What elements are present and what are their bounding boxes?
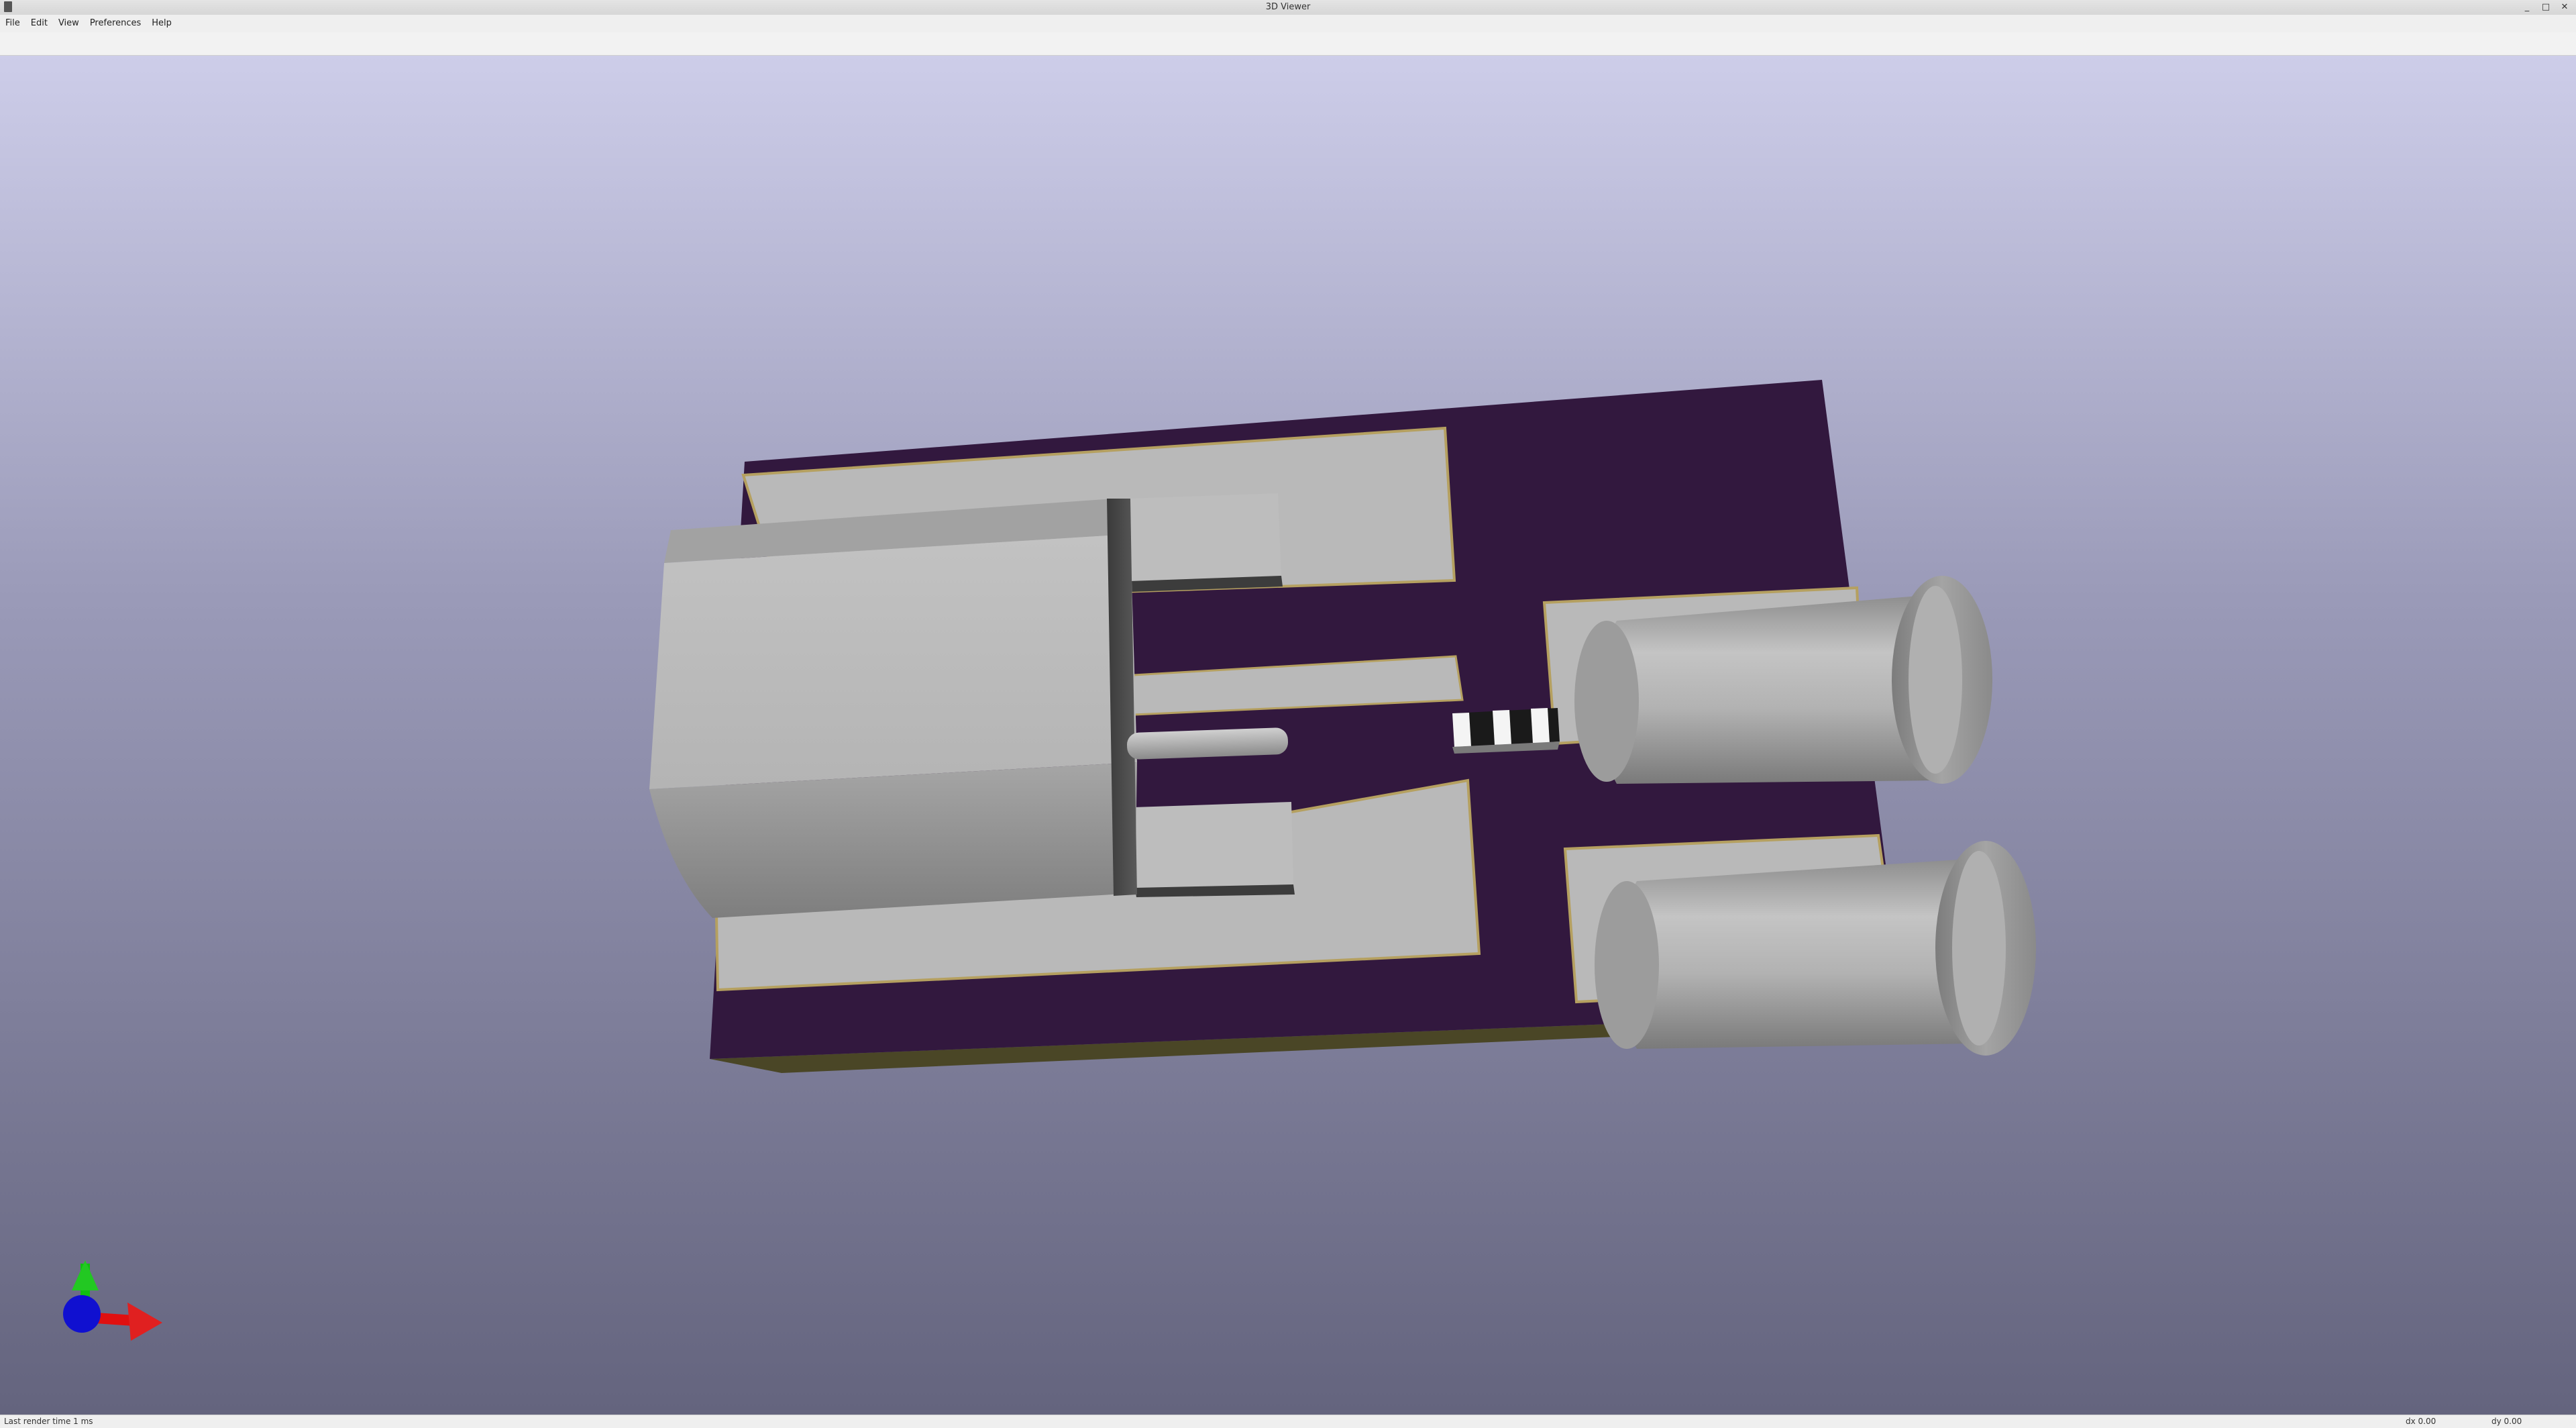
menu-help[interactable]: Help	[146, 15, 177, 32]
status-bar: Last render time 1 ms dx 0.00 dy 0.00	[0, 1415, 2576, 1428]
menu-edit[interactable]: Edit	[25, 15, 53, 32]
connector-pin	[1126, 727, 1289, 760]
raised-block-top	[1127, 493, 1281, 581]
smd-resistor	[1452, 708, 1560, 754]
menu-file[interactable]: File	[0, 15, 25, 32]
minimize-icon[interactable]: _	[2521, 1, 2533, 13]
render-time-status: Last render time 1 ms	[4, 1417, 93, 1426]
pcb-3d-scene	[63, 380, 2036, 1341]
connector-housing-front	[649, 534, 1137, 789]
title-bar: 3D Viewer _ □ ✕	[0, 0, 2576, 15]
window-title: 3D Viewer	[1265, 2, 1311, 12]
window-controls: _ □ ✕	[2521, 0, 2571, 15]
menu-preferences[interactable]: Preferences	[85, 15, 146, 32]
3d-viewport[interactable]	[0, 56, 2576, 1415]
close-icon[interactable]: ✕	[2559, 1, 2571, 13]
dx-status: dx 0.00	[2406, 1417, 2436, 1426]
raised-block-bottom	[1134, 802, 1293, 888]
connector-housing-lower	[649, 762, 1137, 918]
dy-status: dy 0.00	[2491, 1417, 2522, 1426]
menu-bar: File Edit View Preferences Help	[0, 15, 2576, 32]
maximize-icon[interactable]: □	[2540, 1, 2552, 13]
axis-gizmo-icon	[63, 1260, 162, 1341]
menu-view[interactable]: View	[53, 15, 85, 32]
toolbar	[0, 32, 2576, 56]
